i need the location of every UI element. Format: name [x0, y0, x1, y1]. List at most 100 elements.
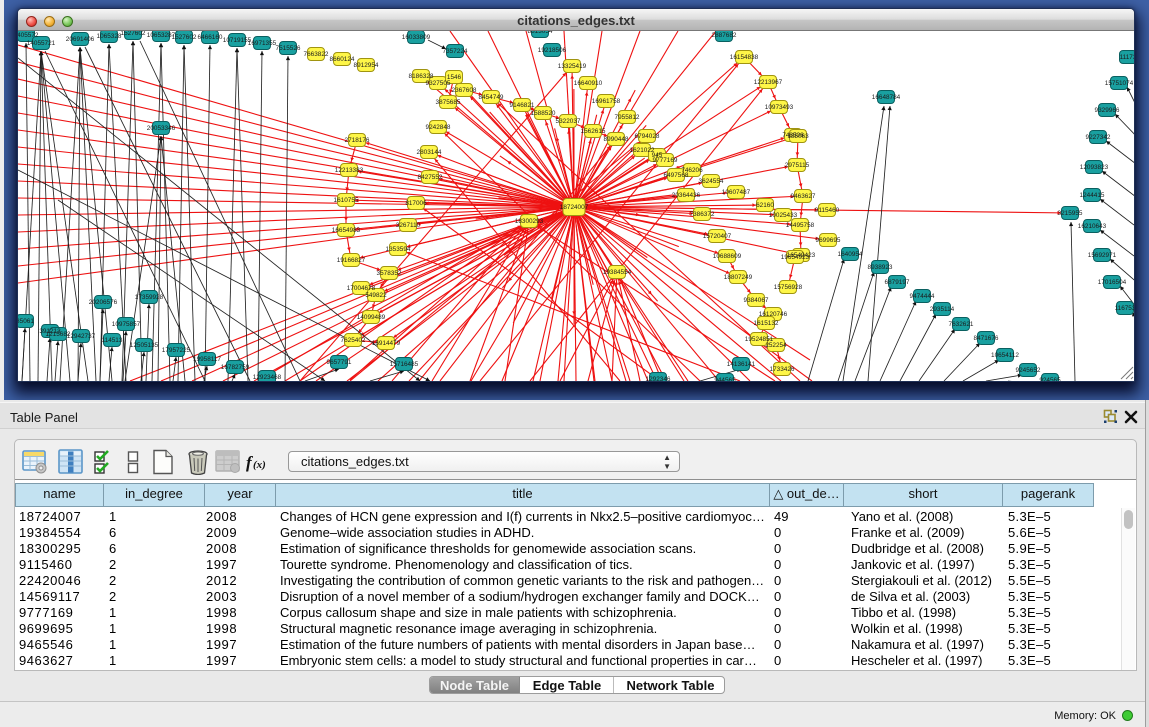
svg-text:8454749: 8454749 [479, 94, 504, 101]
svg-text:116753: 116753 [1115, 305, 1134, 312]
svg-text:9115460: 9115460 [815, 207, 840, 214]
svg-text:16914479: 16914479 [372, 340, 401, 347]
svg-text:7955812: 7955812 [615, 114, 640, 121]
svg-text:1610755: 1610755 [334, 197, 359, 204]
svg-text:20053346: 20053346 [147, 125, 176, 132]
svg-text:15716485: 15716485 [390, 361, 419, 368]
svg-text:14055721: 14055721 [27, 40, 56, 47]
svg-text:16782759: 16782759 [221, 364, 250, 371]
svg-text:924565: 924565 [1039, 377, 1061, 381]
svg-text:9699695: 9699695 [816, 237, 841, 244]
svg-text:62160: 62160 [756, 202, 774, 209]
svg-text:19218506: 19218506 [538, 47, 567, 54]
svg-text:1615132: 1615132 [754, 320, 779, 327]
svg-text:1292346: 1292346 [646, 376, 671, 381]
svg-text:10025433: 10025433 [769, 212, 798, 219]
svg-text:20206576: 20206576 [89, 299, 118, 306]
svg-text:2367608: 2367608 [452, 87, 477, 94]
svg-text:16971355: 16971355 [248, 40, 277, 47]
svg-text:20691406: 20691406 [66, 36, 95, 43]
svg-text:19384554: 19384554 [603, 269, 632, 276]
svg-text:2935114: 2935114 [930, 306, 955, 313]
svg-text:9474444: 9474444 [910, 293, 935, 300]
svg-text:6466160: 6466160 [198, 34, 223, 41]
svg-text:252254: 252254 [765, 342, 787, 349]
svg-text:9657791: 9657791 [327, 359, 352, 366]
svg-text:7357224: 7357224 [443, 48, 468, 55]
svg-text:10973493: 10973493 [765, 104, 794, 111]
svg-text:1527602: 1527602 [172, 34, 197, 41]
svg-text:9227342: 9227342 [1086, 134, 1111, 141]
svg-text:12923468: 12923468 [253, 374, 282, 381]
svg-text:817006: 817006 [405, 200, 427, 207]
svg-text:17957225: 17957225 [162, 347, 191, 354]
svg-text:16961758: 16961758 [592, 98, 621, 105]
svg-text:20364436: 20364436 [672, 192, 701, 199]
svg-text:10688609: 10688609 [713, 253, 742, 260]
svg-text:16120746: 16120746 [759, 311, 788, 318]
svg-text:1244415: 1244415 [1080, 192, 1105, 199]
svg-text:1640954: 1640954 [838, 251, 863, 258]
svg-text:9384067: 9384067 [744, 297, 769, 304]
svg-text:7632621: 7632621 [949, 321, 974, 328]
svg-text:18300293: 18300293 [515, 218, 544, 225]
svg-text:17359928: 17359928 [135, 294, 164, 301]
svg-text:10975857: 10975857 [112, 321, 141, 328]
svg-text:9245652: 9245652 [1016, 367, 1041, 374]
svg-text:1562615: 1562615 [581, 128, 606, 135]
svg-text:9463627: 9463627 [791, 193, 816, 200]
svg-text:15751074: 15751074 [1105, 80, 1134, 87]
svg-text:746206: 746206 [681, 167, 703, 174]
svg-text:3215955: 3215955 [1058, 210, 1083, 217]
svg-text:3578352: 3578352 [377, 270, 402, 277]
svg-text:549822: 549822 [365, 292, 387, 299]
svg-text:16154838: 16154838 [730, 54, 759, 61]
svg-text:(x): (x) [253, 459, 266, 471]
svg-text:8471676: 8471676 [974, 335, 999, 342]
svg-text:8660124: 8660124 [330, 56, 355, 63]
svg-text:8938923: 8938923 [868, 264, 893, 271]
svg-text:8990448: 8990448 [604, 136, 629, 143]
svg-text:9777169: 9777169 [653, 157, 678, 164]
svg-text:16654983: 16654983 [332, 227, 361, 234]
svg-text:2803144: 2803144 [417, 149, 442, 156]
svg-text:12942737: 12942737 [67, 333, 96, 340]
svg-text:8813054: 8813054 [528, 31, 553, 35]
svg-text:12213967: 12213967 [754, 79, 783, 86]
svg-text:12505135: 12505135 [130, 342, 159, 349]
svg-text:7663822: 7663822 [304, 51, 329, 58]
svg-text:10607487: 10607487 [722, 189, 751, 196]
svg-text:8186328: 8186328 [409, 73, 434, 80]
svg-text:7515526: 7515526 [276, 45, 301, 52]
svg-text:18724007: 18724007 [560, 204, 589, 211]
svg-text:9327505: 9327505 [426, 80, 451, 87]
svg-text:16210643: 16210643 [1078, 223, 1107, 230]
svg-text:3875685: 3875685 [436, 99, 461, 106]
svg-text:1353594: 1353594 [386, 246, 411, 253]
svg-text:185063: 185063 [787, 133, 809, 140]
svg-text:7625402: 7625402 [341, 337, 366, 344]
svg-text:19958117: 19958117 [193, 356, 221, 363]
svg-text:944565: 944565 [714, 377, 736, 381]
svg-text:8427552: 8427552 [418, 174, 443, 181]
svg-text:5322037: 5322037 [556, 118, 581, 125]
svg-text:7386372: 7386372 [690, 211, 715, 218]
svg-text:16640910: 16640910 [574, 80, 603, 87]
svg-text:114513: 114513 [102, 337, 123, 344]
svg-text:35061: 35061 [18, 318, 34, 325]
svg-text:15692971: 15692971 [1088, 252, 1117, 259]
svg-text:6879197: 6879197 [885, 279, 910, 286]
svg-text:15756928: 15756928 [774, 284, 803, 291]
svg-text:18807249: 18807249 [724, 274, 753, 281]
svg-text:3267110: 3267110 [396, 222, 421, 229]
svg-text:14136141: 14136141 [727, 361, 756, 368]
svg-text:1527602: 1527602 [121, 31, 146, 37]
svg-text:9329966: 9329966 [1095, 107, 1120, 114]
svg-text:12213383: 12213383 [335, 167, 364, 174]
svg-text:1065328: 1065328 [97, 33, 122, 40]
svg-text:19166827: 19166827 [337, 257, 366, 264]
svg-text:2975115: 2975115 [785, 162, 810, 169]
svg-text:11173: 11173 [1120, 54, 1134, 61]
svg-text:2887682: 2887682 [712, 32, 737, 39]
svg-text:9242848: 9242848 [426, 124, 451, 131]
